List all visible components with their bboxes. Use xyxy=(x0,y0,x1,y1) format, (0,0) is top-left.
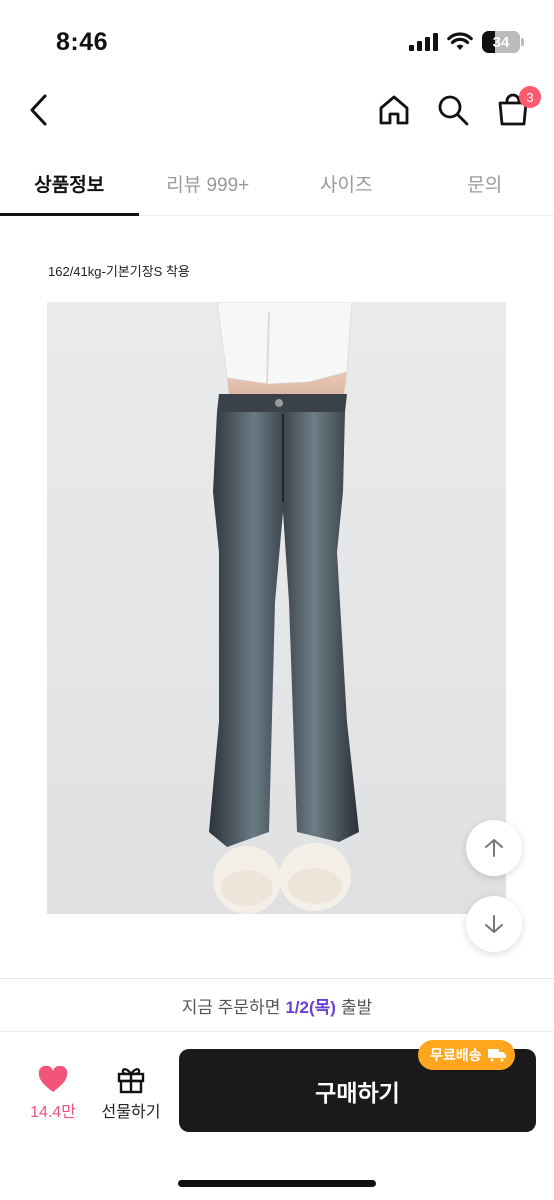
status-icons: 34 xyxy=(409,31,524,53)
cart-count-badge: 3 xyxy=(519,86,541,108)
battery-level: 34 xyxy=(492,33,510,51)
battery-icon: 34 xyxy=(482,31,524,53)
gift-button[interactable]: 선물하기 xyxy=(96,1064,166,1122)
model-size-caption: 162/41kg-기본기장S 착용 xyxy=(48,264,190,279)
truck-icon xyxy=(487,1049,506,1063)
search-icon xyxy=(438,95,469,126)
product-image xyxy=(47,302,506,914)
shipping-date: 1/2(목) xyxy=(285,997,336,1017)
product-tabs: 상품정보 리뷰 999+ 사이즈 문의 xyxy=(0,150,554,216)
free-shipping-label: 무료배송 xyxy=(430,1047,482,1063)
home-icon xyxy=(379,95,409,125)
tab-product-info[interactable]: 상품정보 xyxy=(0,150,139,216)
gift-icon xyxy=(117,1068,145,1094)
cart-button[interactable]: 3 xyxy=(493,86,541,130)
home-button[interactable] xyxy=(374,90,414,130)
home-indicator xyxy=(178,1180,376,1187)
back-button[interactable] xyxy=(18,90,58,130)
status-time: 8:46 xyxy=(56,28,109,56)
arrow-down-icon xyxy=(485,915,503,933)
shipping-prefix: 지금 주문하면 xyxy=(181,997,281,1017)
shipping-notice: 지금 주문하면 1/2(목) 출발 xyxy=(0,978,554,1032)
tab-reviews[interactable]: 리뷰 999+ xyxy=(139,150,278,215)
scroll-up-button[interactable] xyxy=(466,820,522,876)
wifi-icon xyxy=(447,32,473,50)
cellular-signal-icon xyxy=(409,33,438,51)
scroll-down-button[interactable] xyxy=(466,896,522,952)
heart-icon xyxy=(38,1066,68,1092)
app-header: 3 xyxy=(0,80,554,142)
tab-inquiry[interactable]: 문의 xyxy=(416,150,554,215)
back-arrow-icon xyxy=(30,94,47,126)
like-count: 14.4만 xyxy=(30,1104,76,1121)
tab-size[interactable]: 사이즈 xyxy=(277,150,416,215)
gift-label: 선물하기 xyxy=(101,1104,161,1121)
like-button[interactable]: 14.4만 xyxy=(24,1066,82,1122)
arrow-up-icon xyxy=(485,839,503,857)
search-button[interactable] xyxy=(433,90,473,130)
status-bar: 8:46 34 xyxy=(0,0,554,80)
free-shipping-badge: 무료배송 xyxy=(418,1040,515,1070)
shipping-suffix: 출발 xyxy=(340,997,373,1017)
